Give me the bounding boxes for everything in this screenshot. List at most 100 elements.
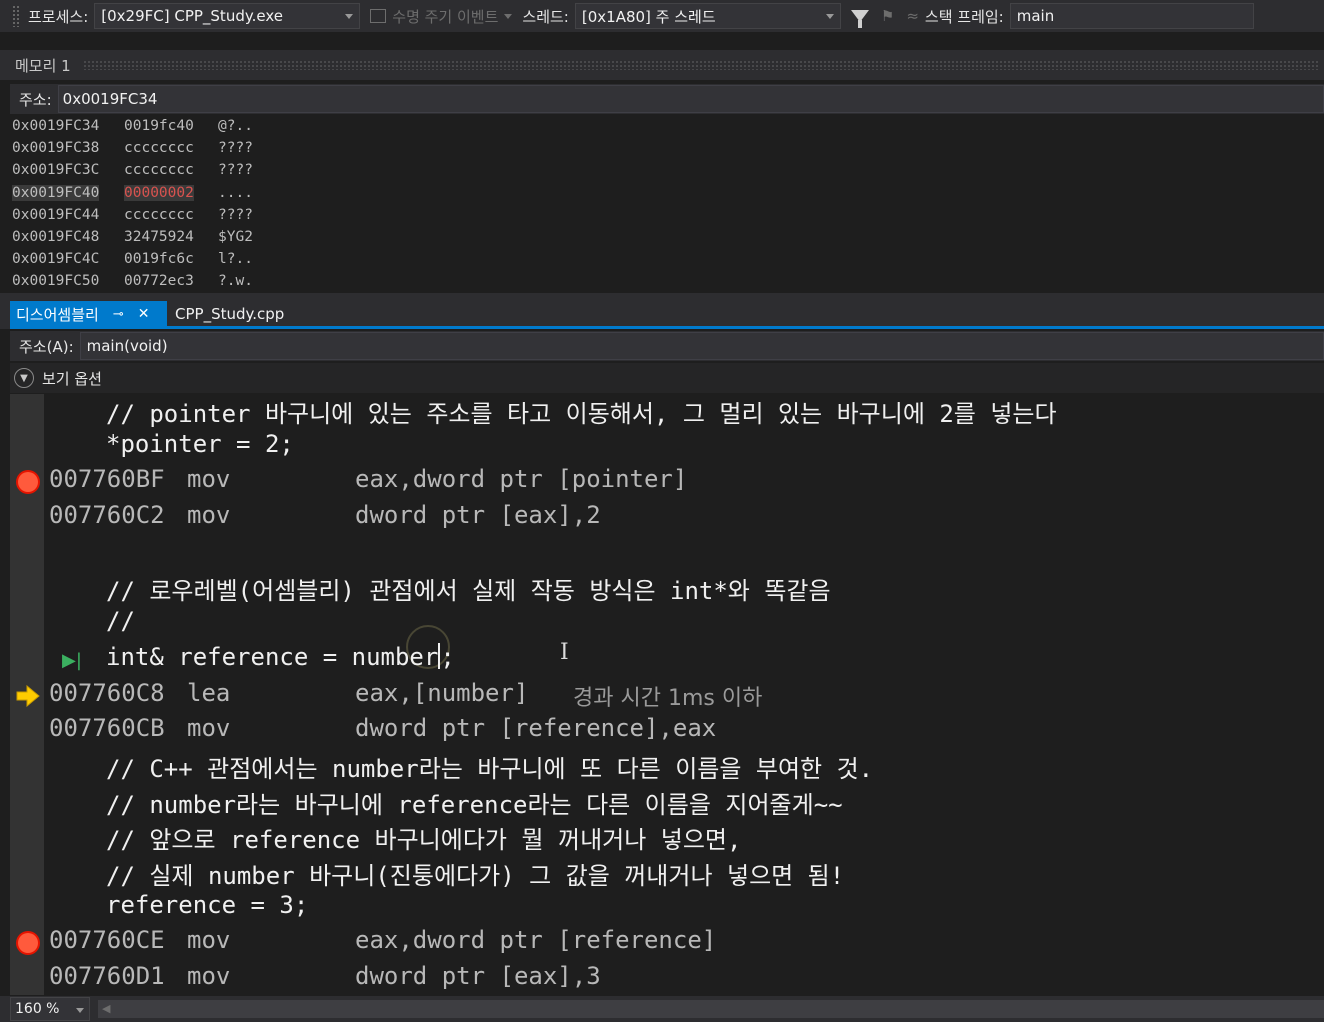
memory-window-title-bar[interactable]: 메모리 1 [0, 50, 1324, 80]
chevron-down-icon [76, 1008, 84, 1013]
title-bar-grip [82, 60, 1318, 70]
zoom-dropdown[interactable]: 160 % [10, 997, 90, 1021]
memory-row-value: cccccccc [124, 206, 194, 223]
memory-address-input[interactable]: 0x0019FC34 [57, 85, 1324, 113]
asm-address: 007760CB [49, 714, 165, 742]
horizontal-scrollbar[interactable]: ◀ [98, 1000, 1324, 1018]
breakpoint-icon[interactable] [16, 931, 40, 955]
asm-operands: eax,[number] [355, 679, 529, 707]
memory-row-address: 0x0019FC38 [12, 140, 100, 157]
asm-operands: eax,dword ptr [reference] [355, 926, 717, 954]
filter-icon[interactable] [850, 10, 869, 28]
stack-frame-value: main [1016, 7, 1055, 25]
source-code-line: *pointer = 2; [106, 430, 294, 458]
memory-view[interactable]: 0x0019FC34 0019fc40 @?.. 0x0019FC38 cccccccc… [10, 116, 1324, 292]
pin-icon[interactable]: ⊸ [113, 307, 124, 322]
memory-row-value: cccccccc [124, 140, 194, 157]
asm-operands: dword ptr [reference],eax [355, 714, 717, 742]
asm-address: 007760C8 [49, 679, 165, 707]
source-comment-line: // pointer 바구니에 있는 주소를 타고 이동해서, 그 멀리 있는 … [106, 400, 1057, 428]
process-value: [0x29FC] CPP_Study.exe [101, 7, 283, 25]
memory-row-chars: ???? [218, 162, 253, 179]
asm-instruction-line: 007760D1 mov dword ptr [eax],3 [46, 962, 601, 995]
source-comment-line: // number라는 바구니에 reference라는 다른 이름을 지어줄게… [106, 791, 843, 819]
stack-frame-label: 스택 프레임: [924, 7, 1004, 26]
document-tab-strip: 디스어셈블리 ⊸ ✕ CPP_Study.cpp [0, 293, 1324, 329]
memory-address-bar: 주소: 0x0019FC34 [10, 84, 1324, 114]
tab-cpp-study[interactable]: CPP_Study.cpp [175, 305, 284, 323]
asm-mnemonic: mov [187, 926, 231, 954]
memory-row-address: 0x0019FC48 [12, 229, 100, 245]
disassembly-code-view[interactable]: // pointer 바구니에 있는 주소를 타고 이동해서, 그 멀리 있는 … [10, 394, 1324, 995]
tab-accent-line [10, 326, 1324, 329]
memory-row-address: 0x0019FC34 [12, 118, 100, 134]
toolbar-grip[interactable] [12, 5, 20, 27]
source-comment-line: // C++ 관점에서는 number라는 바구니에 또 다른 이름을 부여한 … [106, 755, 874, 783]
source-comment-line: // 앞으로 reference 바구니에다가 뭘 꺼내거나 넣으면, [106, 826, 742, 854]
asm-mnemonic: lea [187, 679, 231, 707]
disassembly-address-label: 주소(A): [19, 337, 74, 356]
lifecycle-events-icon [370, 9, 387, 23]
memory-row-chars: ?.w. [218, 273, 253, 290]
memory-row-value: 32475924 [124, 229, 194, 245]
flag-thread-icon[interactable]: ⚑ [881, 7, 894, 25]
memory-row-value: 00000002 [124, 184, 194, 201]
thread-dropdown[interactable]: [0x1A80] 주 스레드 [574, 3, 841, 29]
memory-row-address: 0x0019FC4C [12, 251, 100, 268]
asm-mnemonic: mov [187, 962, 231, 990]
debug-location-toolbar: 프로세스: [0x29FC] CPP_Study.exe 수명 주기 이벤트 스… [0, 0, 1324, 32]
asm-address: 007760CE [49, 926, 165, 954]
run-to-click-icon[interactable]: ▶| [62, 650, 82, 671]
asm-operands: eax,dword ptr [pointer] [355, 465, 688, 493]
memory-row-value: 00772ec3 [124, 273, 194, 290]
lifecycle-events-label: 수명 주기 이벤트 [392, 7, 499, 26]
source-comment-line: // 로우레벨(어셈블리) 관점에서 실제 작동 방식은 int*와 똑같음 [106, 577, 831, 605]
memory-row-address: 0x0019FC50 [12, 273, 100, 290]
asm-mnemonic: mov [187, 501, 231, 529]
flag-disabled-icon[interactable]: ≈ [906, 7, 919, 25]
asm-address: 007760BF [49, 465, 165, 493]
lifecycle-events-button[interactable]: 수명 주기 이벤트 [370, 6, 513, 27]
source-code-text: int& reference = number [106, 643, 439, 671]
source-comment-line: // 실제 number 바구니(진퉁에다가) 그 값을 꺼내거나 넣으면 됨! [106, 862, 845, 890]
asm-operands: dword ptr [eax],2 [355, 501, 601, 529]
asm-operands: dword ptr [eax],3 [355, 962, 601, 990]
source-code-tail: ; [440, 643, 455, 671]
disassembly-address-bar: 주소(A): main(void) [10, 331, 1324, 361]
source-comment-line: // [106, 607, 135, 635]
asm-instruction-line-current: 007760C8 lea eax,[number] [46, 679, 528, 714]
memory-row-address: 0x0019FC44 [12, 206, 100, 223]
memory-address-label: 주소: [19, 90, 52, 109]
memory-row-chars: .... [218, 184, 253, 201]
perf-tip-elapsed: 경과 시간 1ms 이하 [573, 686, 763, 711]
current-statement-arrow-icon[interactable] [16, 685, 40, 707]
memory-row-value: 0019fc40 [124, 118, 194, 134]
ibeam-cursor-icon: I [560, 640, 569, 665]
process-label: 프로세스: [28, 7, 89, 26]
editor-status-bar: 160 % ◀ [0, 996, 1324, 1022]
stack-frame-dropdown[interactable]: main [1009, 3, 1254, 29]
asm-instruction-line: 007760CB mov dword ptr [reference],eax [46, 714, 716, 749]
memory-row-value: 0019fc6c [124, 251, 194, 268]
scroll-left-icon[interactable]: ◀ [102, 1002, 110, 1015]
thread-label: 스레드: [522, 7, 569, 26]
disassembly-address-input[interactable]: main(void) [79, 332, 1324, 360]
memory-window-title: 메모리 1 [15, 56, 71, 75]
view-options-label: 보기 옵션 [42, 369, 102, 388]
memory-row-chars: @?.. [218, 118, 253, 134]
process-dropdown[interactable]: [0x29FC] CPP_Study.exe [94, 3, 361, 29]
asm-address: 007760D1 [49, 962, 165, 990]
view-options-toggle[interactable]: ▼ 보기 옵션 [10, 363, 1324, 393]
memory-row-chars: ???? [218, 206, 253, 223]
tab-disassembly[interactable]: 디스어셈블리 ⊸ ✕ [10, 301, 167, 327]
memory-row-address: 0x0019FC40 [12, 184, 100, 201]
close-icon[interactable]: ✕ [138, 306, 150, 322]
breakpoint-icon[interactable] [16, 470, 40, 494]
chevron-down-icon [504, 13, 513, 19]
zoom-value: 160 % [15, 1001, 60, 1017]
thread-value: [0x1A80] 주 스레드 [581, 7, 716, 26]
chevron-down-icon [345, 14, 354, 19]
asm-instruction-line: 007760C2 mov dword ptr [eax],2 [46, 501, 601, 536]
asm-address: 007760C2 [49, 501, 165, 529]
memory-row-chars: $YG2 [218, 229, 253, 245]
